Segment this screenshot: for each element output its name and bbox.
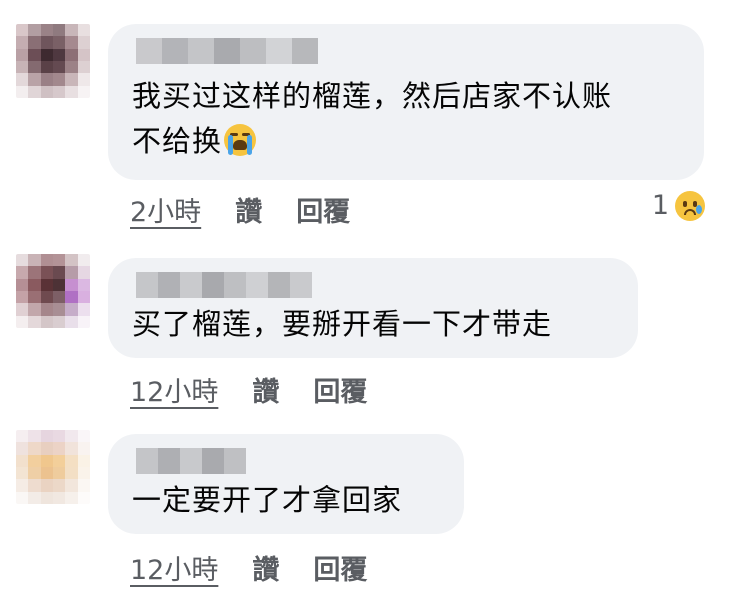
comment-actions: 12小時 讚 回覆 [130,548,367,587]
crying-face-icon [675,190,705,221]
reply-button[interactable]: 回覆 [296,190,350,229]
author-name-blurred[interactable] [136,272,614,298]
reaction-count: 1 [651,190,669,221]
author-name-blurred[interactable] [136,448,440,474]
avatar[interactable] [16,24,90,98]
like-button[interactable]: 讚 [252,370,279,409]
comment-text: 我买过这样的榴莲，然后店家不认账 不给换 [132,79,613,158]
loudly-crying-face-icon [224,124,257,156]
like-button[interactable]: 讚 [235,190,262,229]
reaction-summary[interactable]: 1 [652,190,705,221]
comment-bubble: 我买过这样的榴莲，然后店家不认账 不给换 [108,24,704,180]
timestamp-link[interactable]: 12小時 [130,548,218,587]
avatar[interactable] [16,254,90,328]
comment-bubble: 买了榴莲，要掰开看一下才带走 [108,258,638,358]
comment-text: 买了榴莲，要掰开看一下才带走 [132,307,553,341]
comment-actions: 2小時 讚 回覆 [130,190,350,229]
author-name-blurred[interactable] [136,38,680,64]
timestamp-link[interactable]: 2小時 [130,190,201,229]
avatar[interactable] [16,430,90,504]
reply-button[interactable]: 回覆 [313,548,367,587]
like-button[interactable]: 讚 [252,548,279,587]
comment-bubble: 一定要开了才拿回家 [108,434,464,534]
timestamp-link[interactable]: 12小時 [130,370,218,409]
reply-button[interactable]: 回覆 [313,370,367,409]
comment-actions: 12小時 讚 回覆 [130,370,367,409]
comment-text: 一定要开了才拿回家 [132,483,403,517]
